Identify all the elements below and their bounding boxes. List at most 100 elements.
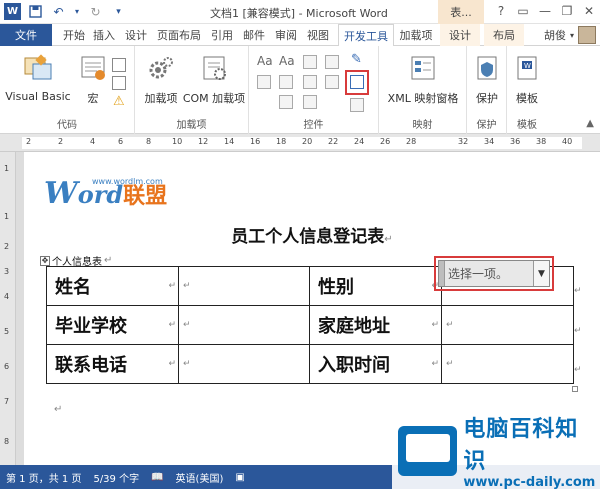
table-cell-value[interactable]: 选择一项。 ▼ xyxy=(434,256,574,306)
com-addins-button[interactable]: COM 加载项 xyxy=(181,54,247,106)
table-cell-value[interactable]: ↵ xyxy=(178,266,310,306)
building-block-control-icon[interactable] xyxy=(325,55,339,69)
combo-box-control-icon[interactable] xyxy=(279,75,293,89)
restore-button[interactable]: ❐ xyxy=(556,0,578,22)
tab-home[interactable]: 开始 xyxy=(60,24,88,46)
dropdown-content-control[interactable]: 选择一项。 ▼ xyxy=(438,260,550,287)
undo-dropdown-icon[interactable]: ▾ xyxy=(73,3,81,20)
table-row: 联系电话 ↵ ↵ 入职时间 ↵ ↵ xyxy=(46,344,574,384)
checkbox-control-icon[interactable] xyxy=(257,75,271,89)
tab-design[interactable]: 设计 xyxy=(122,24,150,46)
ruler-mark: 1 xyxy=(4,212,10,221)
word-count[interactable]: 5/39 个字 xyxy=(93,470,139,485)
proofing-icon[interactable]: 📖 xyxy=(151,472,163,483)
table-cell-label[interactable]: 毕业学校 ↵ xyxy=(46,305,179,345)
tab-insert[interactable]: 插入 xyxy=(90,24,118,46)
document-template-icon: W xyxy=(515,54,539,82)
protect-label: 保护 xyxy=(476,92,498,105)
pause-recording-icon[interactable] xyxy=(112,76,126,90)
collapse-ribbon-icon[interactable]: ▲ xyxy=(586,118,594,129)
xml-mapping-icon xyxy=(409,54,437,82)
page-count[interactable]: 第 1 页，共 1 页 xyxy=(6,470,81,485)
visual-basic-label: Visual Basic xyxy=(5,90,71,103)
undo-icon[interactable]: ↶ xyxy=(50,3,67,20)
tab-mailings[interactable]: 邮件 xyxy=(240,24,268,46)
tab-view[interactable]: 视图 xyxy=(304,24,332,46)
cell-label-hire-date: 入职时间 xyxy=(318,355,390,376)
content-control-handle[interactable] xyxy=(439,261,445,286)
help-button[interactable]: ? xyxy=(490,0,512,22)
date-picker-control-icon[interactable] xyxy=(325,75,339,89)
tab-table-layout[interactable]: 布局 xyxy=(484,24,524,46)
title-bar: W ↶ ▾ ↻ ▾ 文档1 [兼容模式] - Microsoft Word 表.… xyxy=(0,0,600,24)
ruler-mark: 8 xyxy=(4,437,10,446)
ribbon-tabs: 文件 开始 插入 设计 页面布局 引用 邮件 审阅 视图 开发工具 加载项 设计… xyxy=(0,24,600,47)
table-cell-label[interactable]: 联系电话 ↵ xyxy=(46,344,179,384)
window-controls: ? ▭ — ❐ ✕ xyxy=(490,0,600,22)
plain-text-control-icon[interactable]: Aa xyxy=(279,54,295,68)
table-cell-label[interactable]: 性别 ↵ xyxy=(309,266,442,306)
repeating-section-control-icon[interactable] xyxy=(279,95,293,109)
table-cell-label[interactable]: 姓名 ↵ xyxy=(46,266,179,306)
ribbon-display-icon[interactable]: ▭ xyxy=(512,0,534,22)
ruler-mark: 24 xyxy=(354,137,365,146)
close-button[interactable]: ✕ xyxy=(578,0,600,22)
group-protect: 保护 保护 xyxy=(467,46,507,134)
macros-button[interactable]: 宏 xyxy=(76,54,110,106)
word-app-icon[interactable]: W xyxy=(4,3,21,20)
macro-record-icon[interactable]: ▣ xyxy=(235,472,244,483)
table-cell-value[interactable]: ↵ xyxy=(441,305,574,345)
addins-gear-icon xyxy=(147,54,175,82)
tab-page-layout[interactable]: 页面布局 xyxy=(154,24,204,46)
tab-addins[interactable]: 加载项 xyxy=(396,24,436,46)
design-mode-icon[interactable]: ✎ xyxy=(351,52,362,67)
dropdown-list-control-icon[interactable] xyxy=(303,75,317,89)
user-account[interactable]: 胡俊 ▾ xyxy=(544,26,596,44)
language-indicator[interactable]: 英语(美国) xyxy=(176,470,224,485)
table-cell-label[interactable]: 家庭地址 ↵ xyxy=(309,305,442,345)
table-cell-value[interactable]: ↵ xyxy=(441,344,574,384)
macro-security-icon[interactable]: ⚠ xyxy=(113,94,125,109)
tab-table-design[interactable]: 设计 xyxy=(440,24,480,46)
paragraph-mark: ↵ xyxy=(54,404,63,415)
ruler-mark: 40 xyxy=(562,137,573,146)
tab-file[interactable]: 文件 xyxy=(0,24,52,46)
visual-basic-icon xyxy=(23,54,53,82)
group-control-icon[interactable] xyxy=(350,98,364,112)
table-cell-label[interactable]: 入职时间 ↵ xyxy=(309,344,442,384)
info-table: 姓名 ↵ ↵ 性别 ↵ 选择一项。 ▼ 毕业学校 ↵ ↵ 家庭地址 ↵ ↵ 联系… xyxy=(46,256,574,384)
horizontal-ruler[interactable]: 2 2 4 6 8 10 12 14 16 18 20 22 24 26 28 … xyxy=(0,134,600,152)
tab-references[interactable]: 引用 xyxy=(208,24,236,46)
document-title[interactable]: 员工个人信息登记表↵ xyxy=(24,222,600,247)
customize-qat-icon[interactable]: ▾ xyxy=(110,3,127,20)
minimize-button[interactable]: — xyxy=(534,0,556,22)
table-cell-value[interactable]: ↵ xyxy=(178,305,310,345)
ruler-mark: 4 xyxy=(90,137,96,146)
xml-mapping-pane-button[interactable]: XML 映射窗格 xyxy=(381,54,465,106)
protect-button[interactable]: 保护 xyxy=(469,54,505,106)
visual-basic-button[interactable]: Visual Basic xyxy=(4,54,72,103)
table-cell-value[interactable]: ↵ xyxy=(178,344,310,384)
cell-mark: ↵ xyxy=(183,281,191,291)
picture-control-icon[interactable] xyxy=(303,55,317,69)
document-title-text: 员工个人信息登记表 xyxy=(231,227,385,247)
cell-label-phone: 联系电话 xyxy=(55,355,127,376)
macros-icon xyxy=(79,54,107,82)
tab-review[interactable]: 审阅 xyxy=(272,24,300,46)
cell-mark: ↵ xyxy=(168,281,176,291)
addins-button[interactable]: 加载项 xyxy=(141,54,181,106)
cell-label-gender: 性别 xyxy=(318,277,354,298)
redo-icon[interactable]: ↻ xyxy=(87,3,104,20)
record-macro-icon[interactable] xyxy=(112,58,126,72)
cell-label-school: 毕业学校 xyxy=(55,316,127,337)
legacy-tools-icon[interactable] xyxy=(303,95,317,109)
tab-developer[interactable]: 开发工具 xyxy=(338,24,394,47)
properties-highlight xyxy=(345,70,369,95)
table-resize-handle[interactable] xyxy=(572,386,578,392)
rich-text-control-icon[interactable]: Aa xyxy=(257,54,273,68)
vertical-ruler[interactable]: 1 1 2 3 4 5 6 7 8 xyxy=(0,152,16,465)
table-move-handle-icon[interactable]: ✥ xyxy=(40,255,50,266)
template-button[interactable]: W 模板 xyxy=(509,54,545,106)
dropdown-arrow-icon[interactable]: ▼ xyxy=(533,261,549,286)
save-icon[interactable] xyxy=(27,3,44,20)
